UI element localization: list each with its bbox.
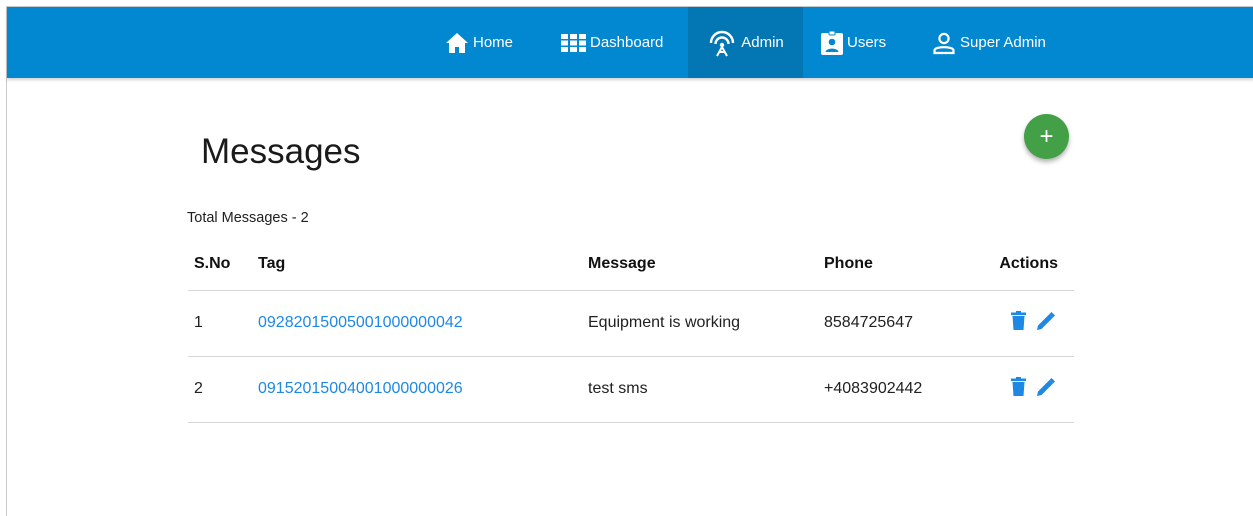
nav-super-admin[interactable]: Super Admin xyxy=(922,7,1056,78)
pencil-icon xyxy=(1037,377,1055,396)
app-frame: Home Dashboard Admin Users Super Admin M… xyxy=(6,6,1253,516)
cell-sno: 2 xyxy=(188,356,258,423)
antenna-icon xyxy=(710,30,735,56)
tag-link[interactable]: 09152015004001000000026 xyxy=(258,380,463,397)
messages-table: S.No Tag Message Phone Actions 1 0928201… xyxy=(188,239,1074,423)
cell-tag: 09282015005001000000042 xyxy=(258,290,588,357)
column-header-message: Message xyxy=(588,239,824,291)
cell-phone: +4083902442 xyxy=(824,356,984,423)
nav-home[interactable]: Home xyxy=(435,7,523,78)
delete-button[interactable] xyxy=(1011,311,1026,331)
plus-icon: + xyxy=(1039,122,1054,150)
column-header-actions: Actions xyxy=(984,239,1074,291)
nav-users-label: Users xyxy=(847,34,887,51)
grid-icon xyxy=(561,33,586,52)
edit-button[interactable] xyxy=(1036,377,1056,397)
column-header-sno: S.No xyxy=(188,239,258,291)
column-header-phone: Phone xyxy=(824,239,984,291)
cell-tag: 09152015004001000000026 xyxy=(258,356,588,423)
cell-actions xyxy=(984,356,1074,423)
cell-phone: 8584725647 xyxy=(824,290,984,357)
column-header-tag: Tag xyxy=(258,239,588,291)
tag-link[interactable]: 09282015005001000000042 xyxy=(258,314,463,331)
cell-message: test sms xyxy=(588,356,824,423)
nav-dashboard-label: Dashboard xyxy=(590,34,664,51)
cell-sno: 1 xyxy=(188,290,258,357)
add-message-button[interactable]: + xyxy=(1024,114,1069,159)
nav-super-admin-label: Super Admin xyxy=(960,34,1046,51)
table-header-row: S.No Tag Message Phone Actions xyxy=(188,239,1074,291)
top-navbar: Home Dashboard Admin Users Super Admin xyxy=(7,7,1253,78)
home-icon xyxy=(446,32,468,53)
cell-message: Equipment is working xyxy=(588,290,824,357)
nav-admin[interactable]: Admin xyxy=(688,7,803,78)
edit-button[interactable] xyxy=(1036,311,1056,331)
person-icon xyxy=(933,32,955,54)
total-messages-label: Total Messages - 2 xyxy=(187,210,309,226)
nav-home-label: Home xyxy=(473,34,514,51)
pencil-icon xyxy=(1037,311,1055,330)
cell-actions xyxy=(984,290,1074,357)
nav-dashboard[interactable]: Dashboard xyxy=(551,7,673,78)
delete-button[interactable] xyxy=(1011,377,1026,397)
page-title: Messages xyxy=(201,132,361,171)
trash-icon xyxy=(1011,311,1026,331)
trash-icon xyxy=(1011,377,1026,397)
table-row: 1 09282015005001000000042 Equipment is w… xyxy=(188,290,1074,357)
table-row: 2 09152015004001000000026 test sms +4083… xyxy=(188,356,1074,423)
nav-admin-label: Admin xyxy=(741,34,784,51)
badge-icon xyxy=(821,30,843,55)
nav-users[interactable]: Users xyxy=(811,7,896,78)
